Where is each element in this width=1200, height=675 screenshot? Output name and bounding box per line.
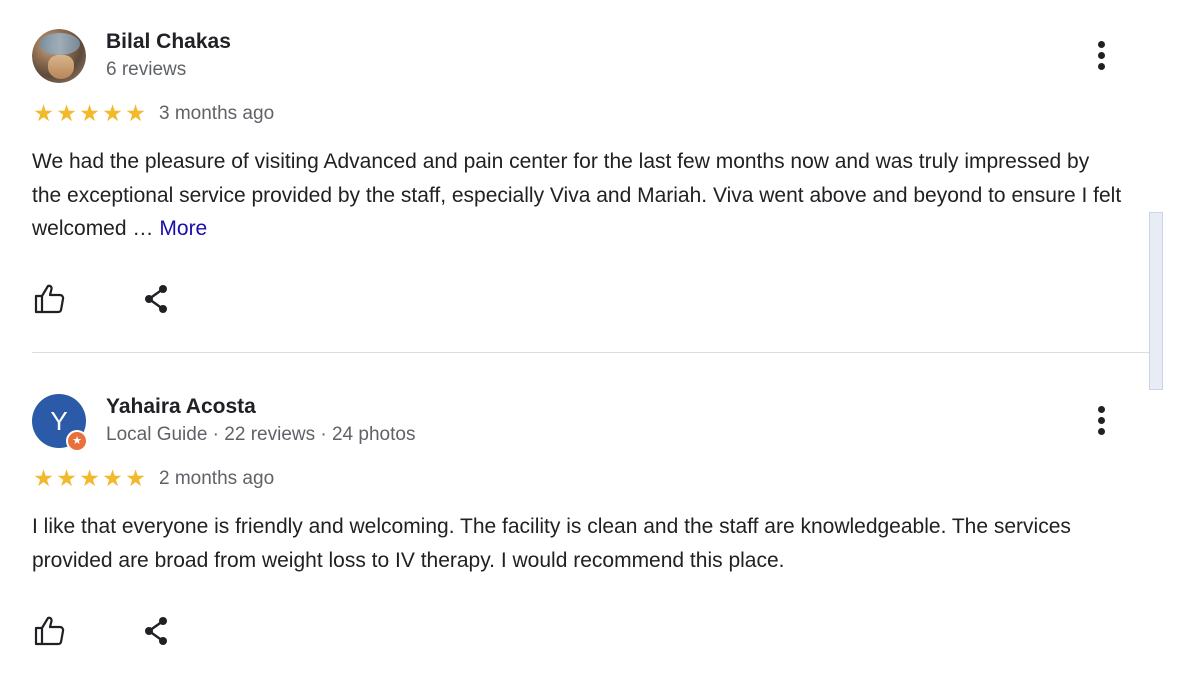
author-name[interactable]: Bilal Chakas <box>106 30 231 54</box>
review-text: We had the pleasure of visiting Advanced… <box>32 145 1122 246</box>
star-icon: ★ <box>56 101 77 127</box>
like-button[interactable] <box>32 281 68 317</box>
reviews-page: Bilal Chakas 6 reviews ★ ★ ★ ★ ★ 3 month… <box>0 0 1200 675</box>
star-icon: ★ <box>33 101 54 127</box>
thumbs-up-icon <box>34 284 65 314</box>
review-card: Y ★ Yahaira Acosta Local Guide · 22 revi… <box>0 354 1150 675</box>
star-icon: ★ <box>79 101 100 127</box>
local-guide-badge-icon: ★ <box>66 430 88 452</box>
star-icon: ★ <box>125 101 146 127</box>
star-icon: ★ <box>56 466 77 492</box>
star-icon: ★ <box>33 466 54 492</box>
star-rating: ★ ★ ★ ★ ★ <box>32 466 147 492</box>
review-card: Bilal Chakas 6 reviews ★ ★ ★ ★ ★ 3 month… <box>0 0 1150 352</box>
review-date: 3 months ago <box>159 103 275 124</box>
review-text: I like that everyone is friendly and wel… <box>32 510 1122 577</box>
more-vert-icon[interactable] <box>1090 404 1114 438</box>
star-rating: ★ ★ ★ ★ ★ <box>32 101 147 127</box>
author-meta: Local Guide · 22 reviews · 24 photos <box>106 424 416 445</box>
star-icon: ★ <box>125 466 146 492</box>
star-icon: ★ <box>79 466 100 492</box>
more-vert-icon[interactable] <box>1090 39 1114 73</box>
share-icon <box>145 285 167 313</box>
more-link[interactable]: More <box>159 217 207 240</box>
scrollbar[interactable] <box>1149 212 1163 390</box>
star-icon: ★ <box>102 101 123 127</box>
avatar[interactable] <box>32 29 86 83</box>
like-button[interactable] <box>32 613 68 649</box>
star-icon: ★ <box>102 466 123 492</box>
review-body: I like that everyone is friendly and wel… <box>32 515 1071 572</box>
rating-row: ★ ★ ★ ★ ★ 3 months ago <box>32 101 274 127</box>
review-date: 2 months ago <box>159 468 275 489</box>
share-button[interactable] <box>138 281 174 317</box>
avatar[interactable]: Y ★ <box>32 394 88 452</box>
author-name[interactable]: Yahaira Acosta <box>106 395 256 419</box>
share-icon <box>145 617 167 645</box>
rating-row: ★ ★ ★ ★ ★ 2 months ago <box>32 466 274 492</box>
thumbs-up-icon <box>34 616 65 646</box>
avatar-photo <box>32 29 86 83</box>
author-meta: 6 reviews <box>106 59 187 80</box>
share-button[interactable] <box>138 613 174 649</box>
review-divider <box>32 352 1150 353</box>
